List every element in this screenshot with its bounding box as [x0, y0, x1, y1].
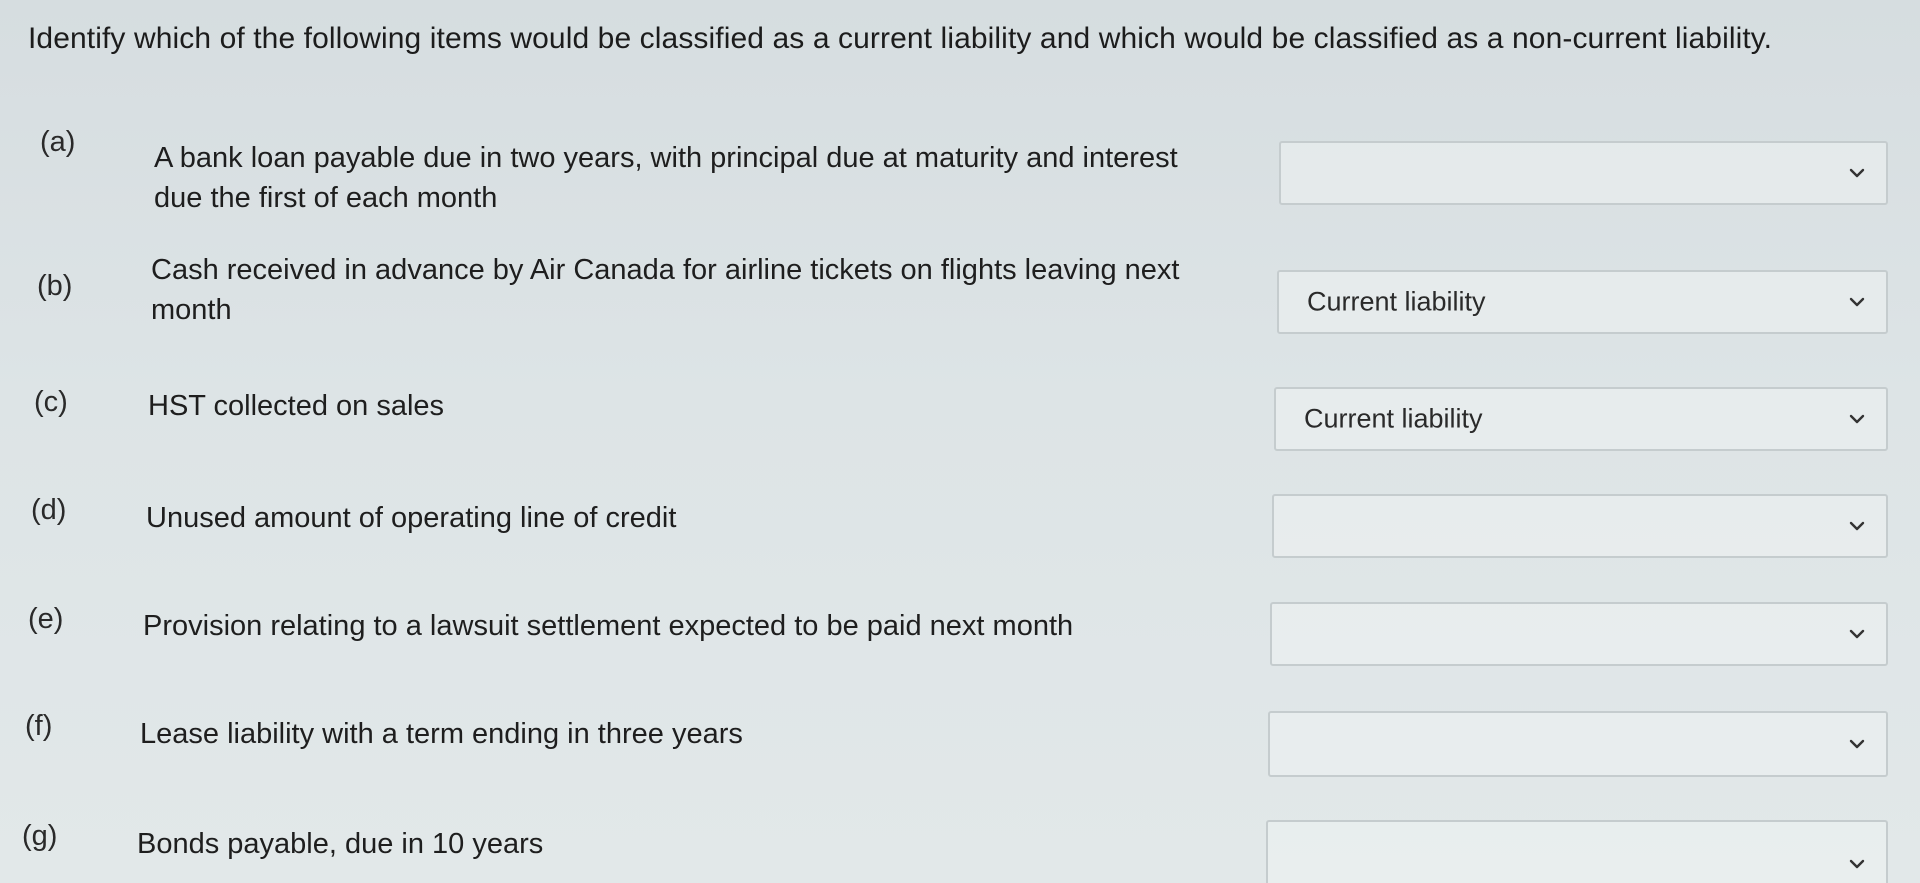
classification-dropdown-f[interactable] [1268, 711, 1888, 777]
classification-dropdown-b[interactable]: Current liability [1277, 270, 1888, 334]
question-text: Bonds payable, due in 10 years [137, 828, 544, 860]
question-letter: (f) [25, 710, 53, 742]
question-letter: (d) [31, 494, 67, 526]
dropdown-value: Current liability [1304, 403, 1483, 434]
instructions: Identify which of the following items wo… [28, 22, 1773, 55]
classification-dropdown-a[interactable] [1279, 141, 1888, 205]
question-letter: (e) [28, 603, 64, 635]
chevron-down-icon [1849, 739, 1865, 749]
question-letter: (c) [34, 386, 68, 418]
question-text: Provision relating to a lawsuit settleme… [143, 610, 1074, 642]
chevron-down-icon [1849, 859, 1865, 869]
question-text: Cash received in advance by Air Canada f… [151, 254, 1180, 326]
question-text: Lease liability with a term ending in th… [140, 718, 743, 750]
chevron-down-icon [1849, 521, 1865, 531]
question-text: HST collected on sales [148, 390, 445, 422]
chevron-down-icon [1849, 168, 1865, 178]
question-text: A bank loan payable due in two years, wi… [154, 142, 1178, 214]
classification-dropdown-g[interactable] [1266, 820, 1888, 883]
chevron-down-icon [1849, 297, 1865, 307]
chevron-down-icon [1849, 414, 1865, 424]
classification-dropdown-e[interactable] [1270, 602, 1888, 666]
dropdown-value: Current liability [1307, 286, 1486, 317]
classification-dropdown-c[interactable]: Current liability [1274, 387, 1888, 451]
chevron-down-icon [1849, 629, 1865, 639]
question-letter: (a) [40, 126, 76, 158]
classification-dropdown-d[interactable] [1272, 494, 1888, 558]
question-text: Unused amount of operating line of credi… [146, 502, 677, 534]
question-letter: (g) [22, 820, 58, 852]
question-letter: (b) [37, 270, 73, 302]
